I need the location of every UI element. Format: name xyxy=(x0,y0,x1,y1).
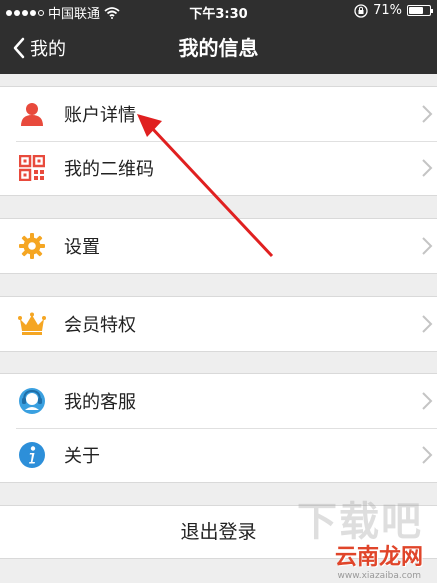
menu-label-service: 我的客服 xyxy=(64,392,136,413)
gear-icon xyxy=(17,232,47,260)
battery-percent: 71% xyxy=(373,3,402,18)
crown-icon xyxy=(17,310,47,338)
logout-button[interactable]: 退出登录 xyxy=(0,505,437,559)
menu-group-account: 账户详情 我的二维码 xyxy=(0,86,437,196)
menu-label-qrcode: 我的二维码 xyxy=(64,159,154,180)
headset-icon xyxy=(17,387,47,415)
menu-label-vip: 会员特权 xyxy=(64,315,136,336)
orientation-lock-icon xyxy=(354,3,368,18)
chevron-right-icon xyxy=(422,159,433,177)
menu-item-vip[interactable]: 会员特权 xyxy=(0,297,437,351)
menu-item-account[interactable]: 账户详情 xyxy=(0,87,437,141)
back-label: 我的 xyxy=(30,39,66,60)
chevron-right-icon xyxy=(422,105,433,123)
menu-group-settings: 设置 xyxy=(0,218,437,274)
menu-group-support: 我的客服 关于 xyxy=(0,373,437,483)
watermark-url: www.xiazaiba.com xyxy=(337,571,421,581)
info-icon xyxy=(17,441,47,469)
battery-icon xyxy=(407,5,433,16)
person-icon xyxy=(17,100,47,128)
menu-label-account: 账户详情 xyxy=(64,105,136,126)
chevron-right-icon xyxy=(422,315,433,333)
chevron-right-icon xyxy=(422,446,433,464)
qrcode-icon xyxy=(17,154,47,182)
status-bar: 中国联通 下午3:30 71% xyxy=(0,0,437,22)
menu-item-qrcode[interactable]: 我的二维码 xyxy=(0,141,437,195)
menu-item-settings[interactable]: 设置 xyxy=(0,219,437,273)
back-button[interactable]: 我的 xyxy=(12,22,66,74)
menu-item-about[interactable]: 关于 xyxy=(0,428,437,482)
battery-fill xyxy=(409,7,424,14)
menu-label-about: 关于 xyxy=(64,446,100,467)
menu-label-settings: 设置 xyxy=(64,237,100,258)
menu-group-vip: 会员特权 xyxy=(0,296,437,352)
chevron-right-icon xyxy=(422,237,433,255)
status-right: 71% xyxy=(354,3,433,18)
nav-bar: 我的 我的信息 xyxy=(0,22,437,74)
menu-item-service[interactable]: 我的客服 xyxy=(0,374,437,428)
chevron-left-icon xyxy=(13,37,25,59)
chevron-right-icon xyxy=(422,392,433,410)
